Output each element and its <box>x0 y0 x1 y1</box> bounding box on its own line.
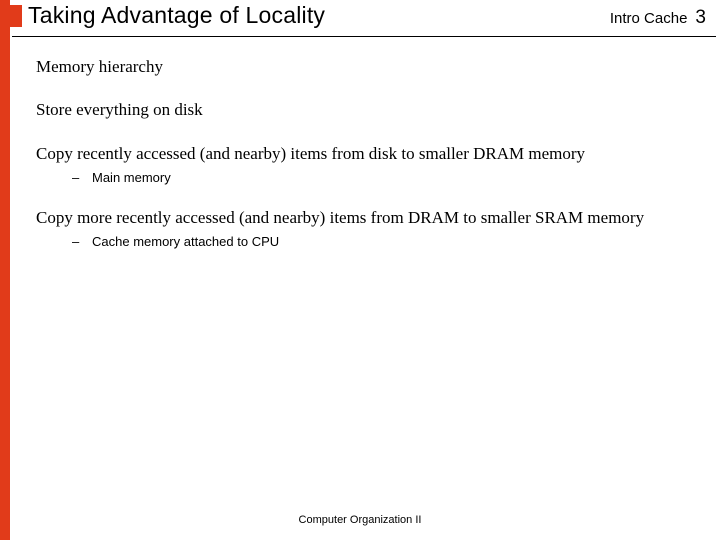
body-point-4: Copy more recently accessed (and nearby)… <box>36 207 700 228</box>
header-right: Intro Cache 3 <box>610 7 706 29</box>
slide-body: Memory hierarchy Store everything on dis… <box>36 56 700 255</box>
slide-title: Taking Advantage of Locality <box>28 2 325 29</box>
page-number: 3 <box>695 7 706 29</box>
section-label: Intro Cache <box>610 10 688 27</box>
body-point-2: Store everything on disk <box>36 99 700 120</box>
accent-square-icon <box>0 5 22 27</box>
body-point-1: Memory hierarchy <box>36 56 700 77</box>
title-row: Taking Advantage of Locality Intro Cache… <box>28 2 706 34</box>
slide: Taking Advantage of Locality Intro Cache… <box>0 0 720 540</box>
body-subpoint-4-1: Cache memory attached to CPU <box>72 234 700 249</box>
body-point-3: Copy recently accessed (and nearby) item… <box>36 143 700 164</box>
accent-bar <box>0 0 10 540</box>
header-rule <box>12 36 716 37</box>
slide-footer: Computer Organization II <box>0 514 720 526</box>
body-subpoint-3-1: Main memory <box>72 170 700 185</box>
